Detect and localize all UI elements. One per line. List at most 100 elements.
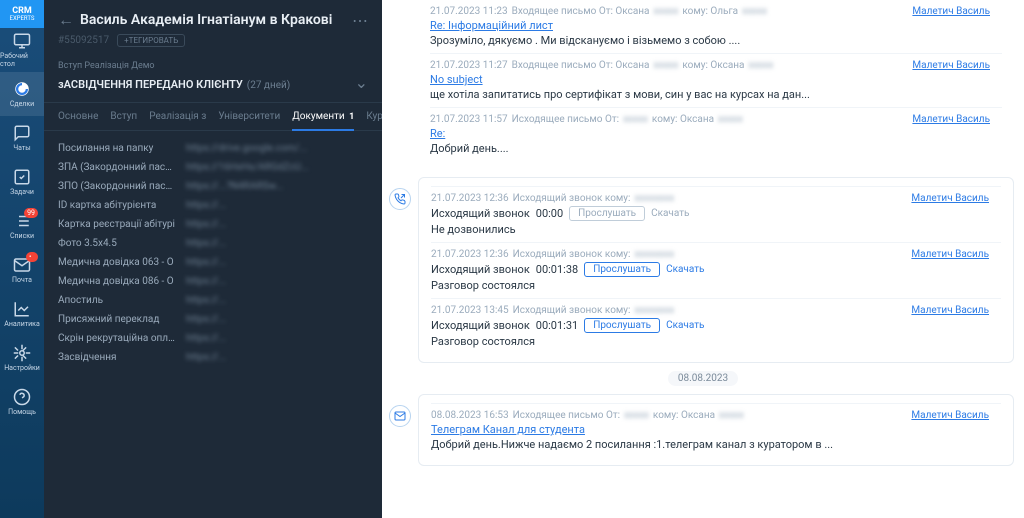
doc-label: ЗПА (Закордонний паспо: [58, 162, 176, 173]
deal-tabs: Основне Вступ Реалізація з Університети Доку…: [44, 103, 382, 131]
left-navbar: CRM EXPERTS Рабочий столСделкиЧатыЗадачи…: [0, 0, 44, 518]
desktop-icon: [13, 32, 31, 50]
badge: 99: [24, 208, 38, 218]
listen-button[interactable]: Прослушать: [584, 262, 660, 277]
download-link[interactable]: Скачать: [666, 320, 704, 331]
doc-label: Апостиль: [58, 295, 176, 306]
deal-id: #55092517: [58, 35, 109, 46]
tab-Документи[interactable]: Документи 1: [292, 103, 354, 130]
doc-row[interactable]: Фото 3.5х4.5https://...: [58, 234, 368, 253]
doc-value: https://...: [186, 238, 368, 249]
doc-label: ID картка абітурієнта: [58, 200, 176, 211]
download-link[interactable]: Скачать: [666, 264, 704, 275]
doc-row[interactable]: ЗПА (Закордонний паспо https://16HxHs/ARG…: [58, 158, 368, 177]
doc-value: https://...: [186, 352, 368, 363]
author-link[interactable]: Малетич Василь: [911, 410, 989, 421]
phone-out-icon: [389, 188, 411, 210]
check-icon: [13, 168, 31, 186]
doc-row[interactable]: Медична довідка 086 - О https://...: [58, 272, 368, 291]
deal-panel: ← Василь Академія Ігнатіанум в Кракові ⋯…: [44, 0, 382, 518]
email-preview: Добрий день.Нижче надаємо 2 посилання :1…: [431, 438, 1001, 451]
doc-label: Посилання на папку: [58, 143, 176, 154]
doc-value: https://...: [186, 314, 368, 325]
doc-row[interactable]: Медична довідка 063 - О https://...: [58, 253, 368, 272]
nav-check[interactable]: Задачи: [0, 160, 44, 204]
nav-analytics[interactable]: Аналитика: [0, 292, 44, 336]
doc-label: Медична довідка 063 - О: [58, 257, 176, 268]
call-status: Не дозвонились: [431, 223, 1001, 236]
email-item[interactable]: Малетич Василь21.07.2023 11:23 Входящее …: [430, 0, 1002, 53]
doc-label: Засвідчення: [58, 352, 176, 363]
author-link[interactable]: Малетич Василь: [911, 249, 989, 260]
author-link[interactable]: Малетич Василь: [911, 193, 989, 204]
nav-mail[interactable]: Почта•: [0, 248, 44, 292]
call-item[interactable]: Малетич Василь21.07.2023 12:36 Исходящий…: [431, 242, 1001, 298]
email-subject[interactable]: Телеграм Канал для студента: [431, 423, 1001, 436]
call-status: Разговор состоялся: [431, 279, 1001, 292]
chat-icon: [13, 124, 31, 142]
doc-row[interactable]: Картка реєстрації абітурі https://...: [58, 215, 368, 234]
doc-value: https://16HxHs/ARGdZcU...: [186, 162, 368, 173]
doc-value: https://...: [186, 200, 368, 211]
email-item[interactable]: Малетич Василь21.07.2023 11:57 Исходящее…: [430, 107, 1002, 161]
tab-Кур[interactable]: Кур: [366, 103, 383, 130]
doc-row[interactable]: Присяжний переклад https://...: [58, 310, 368, 329]
doc-row[interactable]: Скрін рекрутаційна оплатhttps://...: [58, 329, 368, 348]
author-link[interactable]: Малетич Василь: [911, 305, 989, 316]
email-item[interactable]: Малетич Василь08.08.2023 16:53 Исходящее…: [431, 403, 1001, 457]
author-link[interactable]: Малетич Василь: [912, 60, 990, 71]
nav-list[interactable]: Списки99: [0, 204, 44, 248]
pipeline-name: Вступ Реалізація Демо: [58, 61, 368, 71]
nav-swirl[interactable]: Сделки: [0, 72, 44, 116]
doc-label: Медична довідка 086 - О: [58, 276, 176, 287]
doc-label: Картка реєстрації абітурі: [58, 219, 176, 230]
more-icon[interactable]: ⋯: [352, 11, 368, 30]
documents-list: Посилання на папку https://drive.google.c…: [44, 131, 382, 518]
stage-days: (27 дней): [247, 80, 291, 91]
doc-value: https://...: [186, 257, 368, 268]
email-preview: ще хотіла запитатись про сертифікат з мо…: [430, 88, 1002, 101]
doc-value: https://...?N4RARSw...: [186, 181, 368, 192]
stage-name[interactable]: зАСВІДЧЕННЯ ПЕРЕДАНО КЛІЄНТУ: [58, 78, 243, 91]
doc-row[interactable]: Апостиль https://...: [58, 291, 368, 310]
doc-value: https://...: [186, 219, 368, 230]
chevron-down-icon[interactable]: ⌄: [355, 73, 368, 92]
doc-value: https://drive.google.com/...: [186, 143, 368, 154]
call-item[interactable]: Малетич Василь21.07.2023 12:36 Исходящий…: [431, 186, 1001, 242]
download-link[interactable]: Скачать: [651, 208, 689, 219]
doc-value: https://...: [186, 295, 368, 306]
nav-gear[interactable]: Настройки: [0, 336, 44, 380]
tab-Реалізація з[interactable]: Реалізація з: [149, 103, 206, 130]
app-logo: CRM EXPERTS: [0, 0, 44, 28]
swirl-icon: [13, 80, 31, 98]
tab-Університети[interactable]: Університети: [218, 103, 280, 130]
nav-chat[interactable]: Чаты: [0, 116, 44, 160]
add-tag-button[interactable]: +ТЕГИРОВАТЬ: [117, 34, 185, 47]
doc-label: Скрін рекрутаційна оплат: [58, 333, 176, 344]
date-separator: 08.08.2023: [668, 371, 738, 386]
deal-title: Василь Академія Ігнатіанум в Кракові: [80, 12, 346, 28]
gear-icon: [13, 344, 31, 362]
doc-row[interactable]: ЗПО (Закордонний паспоhttps://...?N4RARS…: [58, 177, 368, 196]
analytics-icon: [13, 300, 31, 318]
help-icon: [13, 388, 31, 406]
doc-row[interactable]: ID картка абітурієнта https://...: [58, 196, 368, 215]
back-arrow-icon[interactable]: ←: [58, 10, 74, 30]
doc-label: Присяжний переклад: [58, 314, 176, 325]
doc-row[interactable]: Посилання на папку https://drive.google.c…: [58, 139, 368, 158]
listen-button[interactable]: Прослушать: [584, 318, 660, 333]
author-link[interactable]: Малетич Василь: [912, 6, 990, 17]
email-subject[interactable]: Re:: [430, 127, 1002, 140]
author-link[interactable]: Малетич Василь: [912, 114, 990, 125]
doc-value: https://...: [186, 276, 368, 287]
doc-row[interactable]: Засвідчення https://...: [58, 348, 368, 367]
email-subject[interactable]: No subject: [430, 73, 1002, 86]
tab-Вступ[interactable]: Вступ: [110, 103, 137, 130]
tab-Основне[interactable]: Основне: [58, 103, 98, 130]
call-item[interactable]: Малетич Василь21.07.2023 13:45 Исходящий…: [431, 298, 1001, 354]
listen-button[interactable]: Прослушать: [569, 206, 645, 221]
nav-help[interactable]: Помощь: [0, 380, 44, 424]
email-subject[interactable]: Re: Інформаційний лист: [430, 19, 1002, 32]
email-item[interactable]: Малетич Василь21.07.2023 11:27 Входящее …: [430, 53, 1002, 107]
nav-desktop[interactable]: Рабочий стол: [0, 28, 44, 72]
